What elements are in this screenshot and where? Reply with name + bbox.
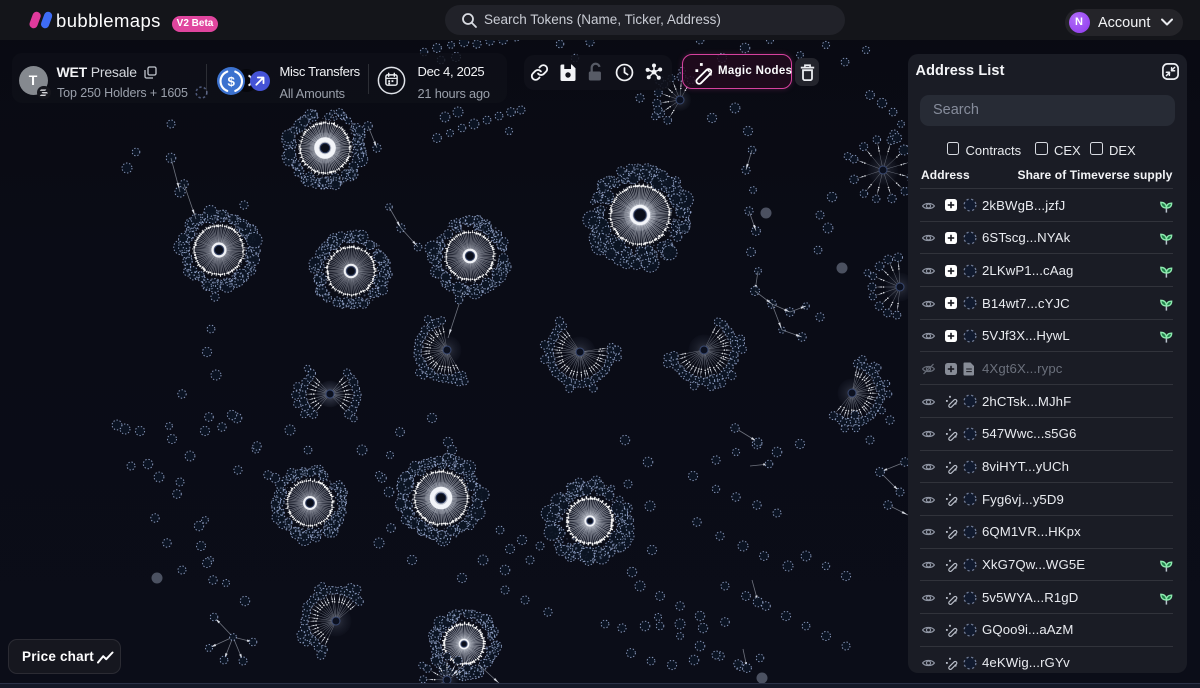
svg-text:$: $ <box>227 74 235 89</box>
